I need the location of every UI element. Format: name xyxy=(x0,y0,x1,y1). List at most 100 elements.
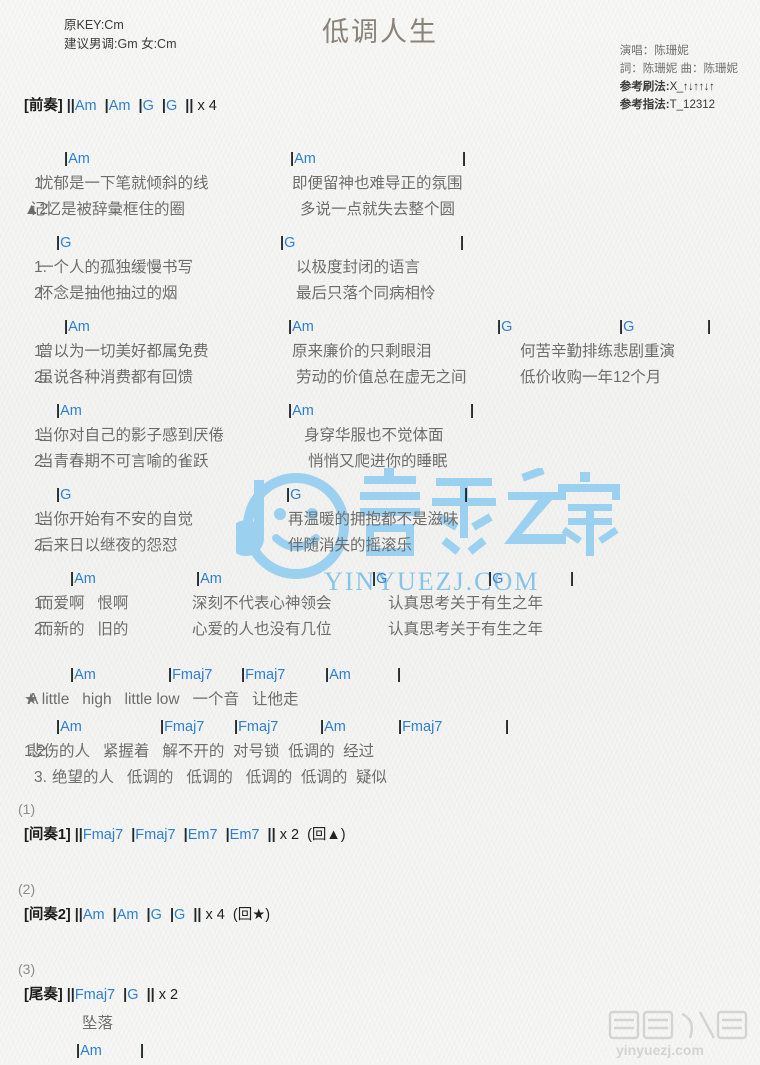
lyric-segment: 忧郁是一下笔就倾斜的线 xyxy=(38,175,209,192)
bar-separator: | xyxy=(175,827,188,843)
chord-G: |G xyxy=(56,236,71,251)
section-tag: [前奏] xyxy=(24,98,67,114)
lyric-segment: A little high little low 一个音 让他走 xyxy=(28,691,299,708)
repeat-count: x 4 xyxy=(197,98,217,114)
chord-label: Am xyxy=(74,98,97,114)
chord-label: Fmaj7 xyxy=(238,719,279,735)
bar-separator: | xyxy=(460,235,465,251)
lyric-segment: 伴随消失的摇滚乐 xyxy=(288,537,413,554)
lyric-segment: 低价收购一年12个月 xyxy=(520,369,662,386)
chord-label: Am xyxy=(82,907,105,923)
chord-label: G xyxy=(127,987,139,1003)
lyric-segment: 当青春期不可言喻的雀跃 xyxy=(38,453,209,470)
lyric-segment: 当你对自己的影子感到厌倦 xyxy=(38,427,225,444)
bar-close: || xyxy=(177,98,198,114)
chord-label: Am xyxy=(329,667,351,683)
bar-line: | xyxy=(707,320,711,335)
strum-pattern-label: 参考刷法: xyxy=(619,81,670,93)
bar-separator: | xyxy=(161,907,175,923)
lyric-segment: 即便留神也难导正的氛围 xyxy=(292,175,463,192)
bar-close: || xyxy=(259,827,280,843)
chord-label: Am xyxy=(292,403,314,419)
writer-composer: 詞：陈珊妮 曲：陈珊妮 xyxy=(619,63,738,75)
chord-label: G xyxy=(174,907,186,923)
lyric-segment: 当你开始有不安的自觉 xyxy=(38,511,194,528)
chord-label: G xyxy=(492,571,504,587)
bar-open: || xyxy=(74,827,83,843)
section-tag: [间奏1] xyxy=(24,827,75,843)
singer: 演唱：陈珊妮 xyxy=(619,45,689,57)
lyric-segment: 身穿华服也不觉体面 xyxy=(304,427,444,444)
chord-label: Fmaj7 xyxy=(82,827,124,843)
chord-Fmaj7: |Fmaj7 xyxy=(168,668,212,683)
bar-open: || xyxy=(74,907,83,923)
chord-label: G xyxy=(150,907,162,923)
chord-Am: |Am xyxy=(325,668,351,683)
strum-pattern: 参考刷法:X_↑↓↑↑↓↑ xyxy=(620,78,738,96)
fingerstyle-pattern: 参考指法:T_12312 xyxy=(620,96,738,114)
bar-separator: | xyxy=(217,827,230,843)
chord-label: G xyxy=(290,487,302,503)
chord-label: G xyxy=(165,98,178,114)
chord-label: Am xyxy=(116,907,139,923)
outro-lyric: 坠落 xyxy=(82,1015,114,1032)
chord-label: Am xyxy=(324,719,346,735)
lyric-segment: 悄悄又爬进你的睡眠 xyxy=(308,453,448,470)
chord-label: Em7 xyxy=(187,827,218,843)
chord-label: Fmaj7 xyxy=(402,719,443,735)
section-tag: [尾奏] xyxy=(24,987,67,1003)
section-tag: [间奏2] xyxy=(24,907,75,923)
repeat-count: x 2 xyxy=(158,987,179,1003)
strum-pattern-value: X_↑↓↑↑↓↑ xyxy=(669,81,715,93)
chord-Am: |Am xyxy=(64,320,90,335)
bar-line: | xyxy=(505,720,509,735)
bar-line: | xyxy=(570,572,574,587)
bar-separator: | xyxy=(96,98,109,114)
bar-separator: | xyxy=(462,151,467,167)
chord-label: Am xyxy=(108,98,131,114)
lyric-segment: 曾以为一切美好都属免费 xyxy=(38,343,209,360)
lyric-segment: 后来日以继夜的怨怼 xyxy=(38,537,178,554)
bar-separator: | xyxy=(505,719,510,735)
chord-label: Am xyxy=(294,151,316,167)
lyric-segment: 最后只落个同病相怜 xyxy=(296,285,436,302)
chord-label: Am xyxy=(200,571,222,587)
outro-number: (3) xyxy=(18,961,36,977)
chord-label: Am xyxy=(68,319,90,335)
chord-sheet: 原KEY:Cm 建议男调:Gm 女:Cm 低调人生 演唱：陈珊妮 詞：陈珊妮 曲… xyxy=(0,0,760,1063)
section-line-前奏: [前奏] ||Am |Am |G |G || x 4 xyxy=(24,99,217,114)
interlude-number: (1) xyxy=(18,801,36,817)
chord-label: G xyxy=(501,319,513,335)
chord-label: G xyxy=(60,235,72,251)
bar-close: || xyxy=(138,987,159,1003)
lyric-segment: 心爱的人也没有几位 xyxy=(192,621,332,638)
repeat-count: x 4 xyxy=(205,907,225,923)
bar-separator: | xyxy=(130,98,143,114)
bar-separator: | xyxy=(470,403,475,419)
lyric-segment: 一个人的孤独缓慢书写 xyxy=(38,259,194,276)
lyric-segment: 虽说各种消费都有回馈 xyxy=(38,369,194,386)
lyric-segment: 怀念是抽他抽过的烟 xyxy=(38,285,178,302)
bar-separator: | xyxy=(397,667,402,683)
bar-separator: | xyxy=(140,1043,145,1059)
lyric-segment: 悲伤的人 紧握着 解不开的 对号锁 低调的 经过 xyxy=(28,743,375,760)
lyric-segment: 而新的 旧的 xyxy=(38,621,129,638)
bar-separator: | xyxy=(123,827,136,843)
return-marker: (回★) xyxy=(224,907,271,923)
bar-separator: | xyxy=(115,987,128,1003)
lyric-segment: 以极度封闭的语言 xyxy=(296,259,421,276)
chord-Fmaj7: |Fmaj7 xyxy=(160,720,204,735)
bar-line: | xyxy=(460,236,464,251)
outro-end-bar: | xyxy=(140,1044,144,1059)
chord-label: G xyxy=(60,487,72,503)
chord-Fmaj7: |Fmaj7 xyxy=(234,720,278,735)
chord-Am: |Am xyxy=(320,720,346,735)
chord-G: |G xyxy=(488,572,503,587)
chord-Am: |Am xyxy=(56,404,82,419)
chord-label: Am xyxy=(60,719,82,735)
chord-label: G xyxy=(142,98,154,114)
bar-line: | xyxy=(462,152,466,167)
lyric-segment: 再温暖的拥抱都不是滋味 xyxy=(288,511,459,528)
chord-Am: |Am xyxy=(64,152,90,167)
chord-Am: |Am xyxy=(196,572,222,587)
